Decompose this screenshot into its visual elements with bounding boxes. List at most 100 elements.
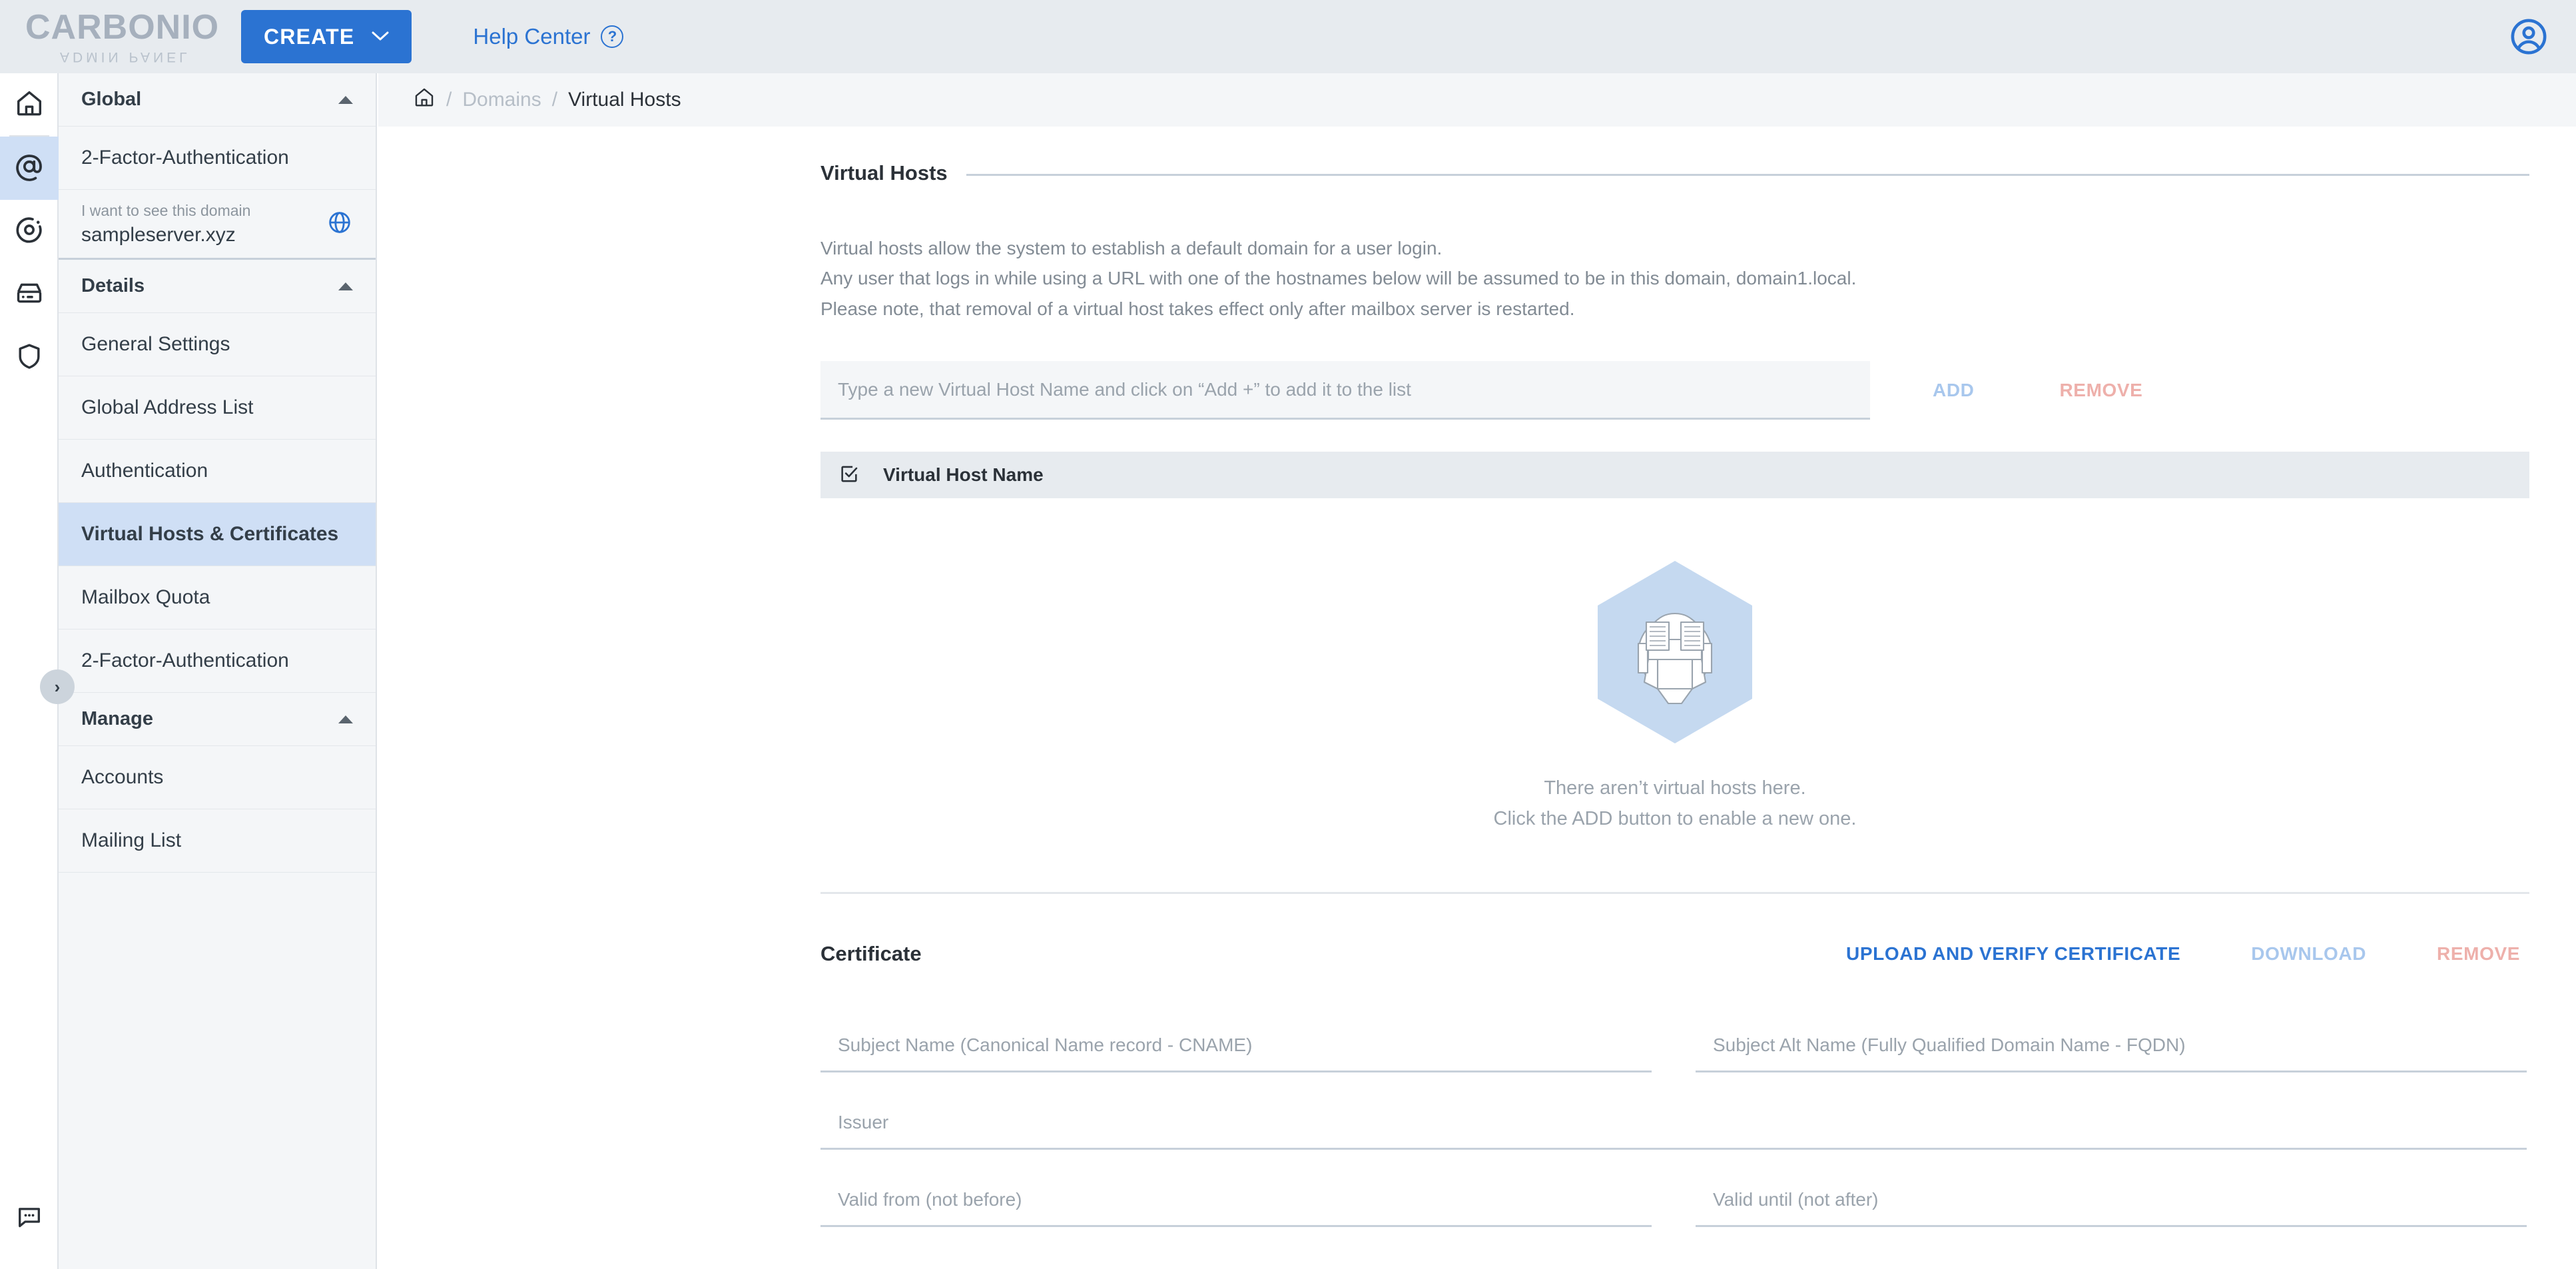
logo-subtitle: ADMIN PANEL [60, 49, 190, 65]
sidebar-group-details-label: Details [81, 275, 145, 296]
remove-certificate-button[interactable]: REMOVE [2427, 925, 2529, 983]
upload-and-verify-certificate-button[interactable]: UPLOAD AND VERIFY CERTIFICATE [1837, 925, 2190, 983]
virtual-hosts-description: Virtual hosts allow the system to establ… [820, 233, 2529, 324]
add-virtual-host-row: ADD REMOVE [820, 361, 2529, 420]
sidebar-item-virtual-hosts-certificates[interactable]: Virtual Hosts & Certificates [59, 503, 376, 566]
empty-state-line-2: Click the ADD button to enable a new one… [1493, 807, 1857, 829]
certificate-fields [820, 1020, 2529, 1227]
question-circle-icon: ? [601, 25, 624, 48]
rail-item-domains[interactable] [0, 137, 59, 200]
domain-selector-value: sampleserver.xyz [81, 223, 236, 246]
subject-name-input[interactable] [820, 1020, 1652, 1072]
logo-wordmark: CARBONIO [25, 7, 220, 47]
sidebar-item-mailing-list[interactable]: Mailing List [59, 809, 376, 873]
subject-name-field [820, 1020, 1652, 1072]
chat-bubble-icon [15, 1202, 44, 1235]
remove-button[interactable]: REMOVE [2050, 361, 2152, 420]
valid-from-field [820, 1174, 1652, 1227]
subject-alt-name-input[interactable] [1696, 1020, 2527, 1072]
sidebar-collapse-handle[interactable]: › [40, 669, 75, 704]
hexagon-server-illustration [1593, 558, 1757, 749]
breadcrumb-domains[interactable]: Domains [462, 89, 541, 111]
chevron-right-icon: › [54, 676, 61, 697]
sidebar-item-label: 2-Factor-Authentication [81, 649, 289, 671]
rail-item-security[interactable] [0, 326, 59, 390]
sidebar-item-label: Global Address List [81, 396, 254, 418]
subject-alt-name-field [1696, 1020, 2527, 1072]
sidebar-item-details-2fa[interactable]: 2-Factor-Authentication [59, 630, 376, 693]
sidebar-item-accounts[interactable]: Accounts [59, 746, 376, 809]
breadcrumb-separator: / [551, 89, 558, 111]
sidebar-item-mailbox-quota[interactable]: Mailbox Quota [59, 566, 376, 630]
server-drive-icon [14, 278, 45, 312]
virtual-hosts-table-header: Virtual Host Name [820, 452, 2529, 499]
empty-state-text: There aren’t virtual hosts here. Click t… [1494, 773, 1857, 835]
sidebar-item-general-settings[interactable]: General Settings [59, 313, 376, 376]
sidebar-group-details[interactable]: Details [59, 260, 376, 313]
certificate-header: Certificate UPLOAD AND VERIFY CERTIFICAT… [820, 891, 2529, 983]
download-certificate-button[interactable]: DOWNLOAD [2242, 925, 2376, 983]
at-sign-domains-icon [13, 151, 45, 186]
rail-item-home[interactable] [0, 73, 59, 137]
sidebar-group-global[interactable]: Global [59, 73, 376, 127]
domain-selector[interactable]: I want to see this domain sampleserver.x… [59, 190, 376, 260]
breadcrumb-home-icon[interactable] [413, 86, 436, 114]
rail-bottom [0, 1187, 59, 1250]
home-icon [14, 88, 45, 122]
empty-state: There aren’t virtual hosts here. Click t… [820, 558, 2529, 835]
add-button[interactable]: ADD [1923, 361, 1983, 420]
breadcrumb-separator: / [446, 89, 452, 111]
create-button-label: CREATE [264, 24, 355, 49]
help-center-link[interactable]: Help Center ? [473, 24, 624, 49]
valid-until-input[interactable] [1696, 1174, 2527, 1227]
shield-icon [14, 341, 45, 375]
sidebar-group-global-label: Global [81, 89, 142, 110]
sidebar-item-label: 2-Factor-Authentication [81, 147, 289, 169]
sidebar-item-global-address-list[interactable]: Global Address List [59, 376, 376, 440]
sidebar-item-label: Virtual Hosts & Certificates [81, 523, 339, 545]
sidebar-group-manage[interactable]: Manage [59, 693, 376, 746]
sidebar-item-label: General Settings [81, 333, 230, 355]
chevron-up-icon [338, 95, 353, 104]
divider [966, 173, 2529, 176]
breadcrumb-current: Virtual Hosts [568, 89, 681, 111]
rail-item-chat[interactable] [0, 1187, 59, 1250]
certificate-field-row [820, 1020, 2529, 1072]
account-circle-icon[interactable] [2509, 17, 2548, 56]
help-center-label: Help Center [473, 24, 591, 49]
empty-state-line-1: There aren’t virtual hosts here. [1544, 777, 1806, 799]
virtual-hosts-panel: Virtual Hosts Virtual hosts allow the sy… [820, 127, 2529, 1252]
certificate-title: Certificate [820, 941, 922, 965]
sidebar-item-authentication[interactable]: Authentication [59, 440, 376, 503]
rail-item-storage[interactable] [0, 263, 59, 326]
app-root: CARBONIO ADMIN PANEL CREATE Help Center … [0, 0, 2576, 1269]
certificate-field-row [820, 1097, 2529, 1150]
create-button[interactable]: CREATE [241, 10, 412, 63]
valid-from-input[interactable] [820, 1174, 1652, 1227]
domain-selector-label: I want to see this domain [81, 201, 251, 219]
issuer-field [820, 1097, 2527, 1150]
rail-item-monitoring[interactable] [0, 200, 59, 263]
sidebar-item-label: Accounts [81, 766, 164, 788]
certificate-actions: UPLOAD AND VERIFY CERTIFICATE DOWNLOAD R… [1837, 925, 2529, 983]
description-line-3: Please note, that removal of a virtual h… [820, 298, 1575, 319]
sidebar-item-label: Mailbox Quota [81, 586, 210, 608]
checkbox-checked-icon[interactable] [838, 462, 860, 488]
breadcrumb: / Domains / Virtual Hosts [378, 73, 2576, 127]
sidebar-item-global-2fa[interactable]: 2-Factor-Authentication [59, 127, 376, 190]
top-bar: CARBONIO ADMIN PANEL CREATE Help Center … [0, 0, 2576, 73]
page-title: Virtual Hosts [820, 161, 948, 185]
sidebar: Global 2-Factor-Authentication I want to… [59, 73, 377, 1269]
virtual-host-name-input[interactable] [820, 361, 1870, 420]
chevron-up-icon [338, 715, 353, 723]
column-header-virtual-host-name: Virtual Host Name [883, 464, 1044, 486]
sidebar-item-label: Mailing List [81, 829, 182, 851]
target-circle-icon [14, 214, 45, 248]
main-content: Virtual Hosts Virtual hosts allow the sy… [378, 127, 2576, 1269]
sidebar-item-label: Authentication [81, 460, 208, 482]
sidebar-group-manage-label: Manage [81, 708, 153, 729]
description-line-1: Virtual hosts allow the system to establ… [820, 238, 1443, 258]
issuer-input[interactable] [820, 1097, 2527, 1150]
chevron-down-icon [372, 29, 389, 44]
carbonio-logo: CARBONIO ADMIN PANEL [25, 7, 225, 65]
